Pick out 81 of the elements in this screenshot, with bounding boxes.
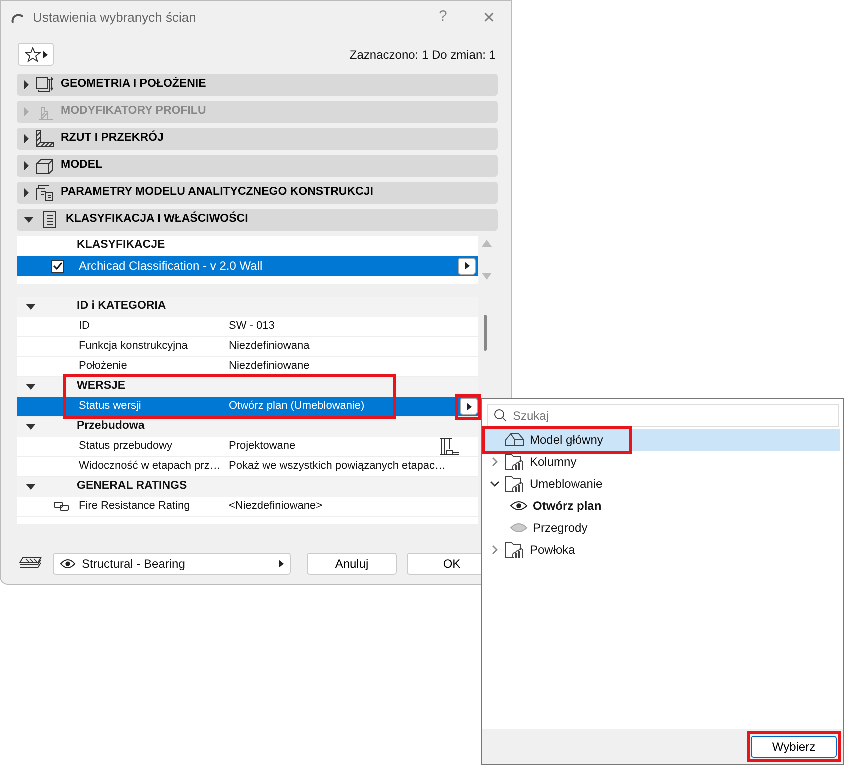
analytic-model-icon [35, 184, 55, 202]
renovation-icon [438, 438, 460, 456]
selection-summary: Zaznaczono: 1 Do zmian: 1 [350, 46, 496, 64]
property-value: <Niezdefiniowane> [229, 499, 323, 514]
tree-item[interactable]: Otwórz plan [482, 495, 840, 517]
property-value: Pokaż we wszystkich powiązanych etapac… [229, 459, 446, 474]
property-label: Funkcja konstrukcyjna [78, 339, 189, 354]
expanded-caret-icon [26, 484, 36, 490]
caret-icon [464, 262, 470, 270]
group-heading: WERSJE [77, 379, 126, 394]
tree-item[interactable]: Umeblowanie [482, 473, 840, 495]
section-header[interactable]: RZUT I PRZEKRÓJ [17, 128, 498, 150]
eye-icon [60, 559, 76, 569]
collapse-toggle[interactable] [26, 424, 36, 430]
caret-icon [466, 402, 472, 410]
link-icon [54, 502, 68, 511]
expand-toggle[interactable] [490, 457, 500, 467]
app-icon [11, 12, 25, 24]
scrollbar-thumb[interactable] [484, 315, 487, 351]
expand-toggle[interactable] [490, 545, 500, 555]
expand-toggle[interactable] [490, 481, 500, 487]
section-heading: KLASYFIKACJE [77, 238, 166, 254]
folder-icon [505, 454, 525, 470]
collapsed-caret-icon [24, 161, 29, 171]
cancel-button[interactable]: Anuluj [307, 553, 397, 575]
chevron-right-icon [492, 457, 498, 467]
collapsed-caret-icon [24, 80, 29, 90]
property-label: Fire Resistance Rating [78, 499, 192, 514]
expanded-caret-icon [26, 304, 36, 310]
caret-icon [279, 560, 284, 568]
tree-item[interactable]: Przegrody [482, 517, 840, 539]
house-icon [505, 433, 525, 447]
group-heading: Przebudowa [77, 419, 145, 434]
window-title: Ustawienia wybranych ścian [33, 8, 196, 27]
section-header[interactable]: PARAMETRY MODELU ANALITYCZNEGO KONSTRUKCJI [17, 182, 498, 204]
classification-row[interactable]: Archicad Classification - v 2.0 Wall [17, 256, 478, 276]
box-icon [35, 157, 55, 175]
section-header[interactable]: GEOMETRIA I POŁOŻENIE [17, 74, 498, 96]
view-dropdown[interactable]: Structural - Bearing [53, 553, 291, 575]
checkbox[interactable] [51, 260, 64, 272]
hidden-eye-icon [510, 523, 528, 533]
section-header[interactable]: MODEL [17, 155, 498, 177]
property-label: Widoczność w etapach prz… [78, 459, 222, 474]
property-label: Status przebudowy [78, 439, 174, 454]
group-heading: ID i KATEGORIA [77, 299, 166, 314]
property-value: SW - 013 [229, 319, 275, 334]
select-button[interactable]: Wybierz [751, 736, 837, 758]
property-label: Położenie [78, 359, 128, 374]
folder-icon [505, 476, 525, 492]
tree-item[interactable]: Model główny [482, 429, 840, 451]
property-value: Otwórz plan (Umeblowanie) [229, 399, 365, 414]
caret-icon [42, 50, 48, 58]
property-value: Projektowane [229, 439, 296, 454]
star-icon [24, 46, 40, 62]
property-label: ID [78, 319, 91, 334]
search-field[interactable]: Szukaj [487, 404, 839, 427]
property-value: Niezdefiniowana [229, 339, 310, 354]
geometry-icon [35, 76, 55, 94]
property-label: Status wersji [78, 399, 142, 414]
collapsed-caret-icon [24, 134, 29, 144]
more-button[interactable] [458, 258, 476, 274]
chevron-down-icon [490, 481, 500, 487]
collapse-toggle[interactable] [26, 304, 36, 310]
collapsed-caret-icon [24, 107, 29, 117]
group-heading: GENERAL RATINGS [77, 479, 188, 494]
close-button[interactable]: × [483, 8, 495, 28]
expanded-caret-icon [26, 424, 36, 430]
collapse-toggle[interactable] [26, 384, 36, 390]
section-header[interactable]: KLASYFIKACJA I WŁAŚCIWOŚCI [17, 209, 498, 231]
property-value: Niezdefiniowane [229, 359, 310, 374]
favorites-button[interactable] [18, 43, 54, 66]
folder-icon [505, 542, 525, 558]
tree-item[interactable]: Kolumny [482, 451, 840, 473]
chevron-right-icon [492, 545, 498, 555]
expanded-caret-icon [24, 217, 34, 223]
eye-icon [510, 501, 528, 511]
collapsed-caret-icon [24, 188, 29, 198]
plan-icon [35, 130, 55, 148]
collapse-toggle[interactable] [26, 484, 36, 490]
more-button[interactable] [460, 398, 478, 415]
expanded-caret-icon [26, 384, 36, 390]
